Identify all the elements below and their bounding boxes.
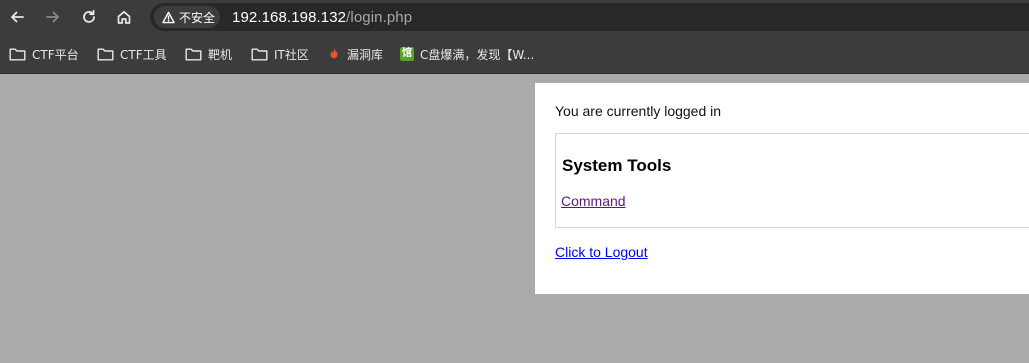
bookmark-label: CTF平台 <box>32 47 79 62</box>
folder-icon <box>97 48 114 61</box>
folder-icon <box>251 48 268 61</box>
login-status-text: You are currently logged in <box>555 103 722 119</box>
arrow-left-icon <box>11 11 24 23</box>
warning-icon <box>162 11 175 23</box>
bookmark-it-community[interactable]: IT社区 <box>251 44 309 64</box>
address-bar[interactable]: 不安全 192.168.198.132/login.php <box>150 3 1029 31</box>
url-text[interactable]: 192.168.198.132/login.php <box>232 9 412 26</box>
system-tools-box: System Tools Command <box>555 133 1029 228</box>
command-link[interactable]: Command <box>561 193 626 209</box>
content-panel: You are currently logged in System Tools… <box>535 83 1029 294</box>
folder-icon <box>185 48 202 61</box>
logout-link[interactable]: Click to Logout <box>555 244 648 260</box>
back-button[interactable] <box>4 4 30 30</box>
reload-button[interactable] <box>76 4 102 30</box>
bookmark-c-drive-article[interactable]: 馆 C盘爆满，发现【W... <box>400 44 534 64</box>
bookmark-label: C盘爆满，发现【W... <box>420 47 535 62</box>
security-label: 不安全 <box>179 10 216 25</box>
bookmark-label: CTF工具 <box>120 47 167 62</box>
bookmark-vuln-db[interactable]: 漏洞库 <box>327 44 383 64</box>
security-chip[interactable]: 不安全 <box>154 6 220 28</box>
bookmarks-bar: CTF平台 CTF工具 靶机 IT社区 漏洞库 馆 C盘爆满，发现【W... <box>0 34 1029 74</box>
fire-icon <box>330 48 338 59</box>
url-host: 192.168.198.132 <box>232 9 347 26</box>
url-path: /login.php <box>346 9 413 26</box>
arrow-right-icon <box>46 11 59 23</box>
guan-icon: 馆 <box>400 47 414 61</box>
bookmark-label: 靶机 <box>208 47 233 62</box>
bookmark-label: 漏洞库 <box>347 47 384 62</box>
system-tools-heading: System Tools <box>562 156 672 175</box>
folder-icon <box>9 48 26 61</box>
home-button[interactable] <box>111 4 137 30</box>
home-icon <box>117 10 131 24</box>
forward-button[interactable] <box>40 4 66 30</box>
browser-toolbar: 不安全 192.168.198.132/login.php <box>0 0 1029 34</box>
bookmark-label: IT社区 <box>274 47 309 62</box>
bookmark-ctf-platform[interactable]: CTF平台 <box>9 44 79 64</box>
reload-icon <box>83 9 95 23</box>
bookmark-ctf-tools[interactable]: CTF工具 <box>97 44 167 64</box>
bookmark-target-machines[interactable]: 靶机 <box>185 44 232 64</box>
